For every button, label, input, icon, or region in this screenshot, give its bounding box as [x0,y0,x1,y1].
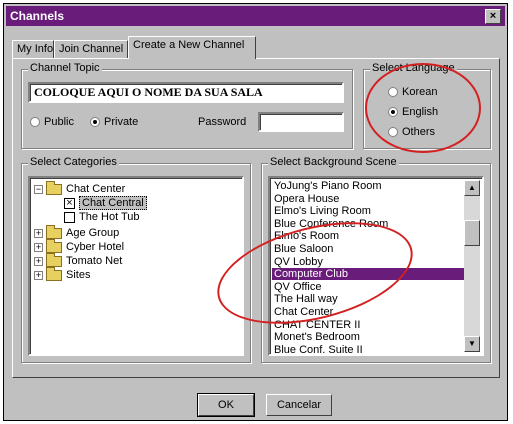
language-group: Select Language Korean English Others [363,62,491,149]
folder-icon [46,180,62,195]
folder-icon [46,266,62,281]
background-list-item[interactable]: Blue Saloon [272,243,470,255]
background-list-item[interactable]: Blue Conference Room [272,218,470,230]
scroll-up-icon[interactable]: ▲ [464,180,480,196]
background-list-item[interactable]: QV Lobby [272,256,470,268]
private-radio[interactable]: Private [90,116,138,128]
others-radio-dot [388,127,398,137]
tab-panel: Channel Topic COLOQUE AQUI O NOME DA SUA… [12,58,500,378]
window-title: Channels [10,9,65,23]
title-bar[interactable]: Channels × [6,6,505,26]
password-input[interactable] [258,112,344,132]
korean-label: Korean [402,86,438,98]
tree-item-label: Chat Central [79,196,147,210]
background-list-item[interactable]: Chat Center [272,306,470,318]
public-radio-label: Public [44,116,74,128]
folder-icon [46,224,62,239]
language-others-radio[interactable]: Others [388,126,435,138]
background-list-item[interactable]: Elmo's Living Room [272,205,470,217]
tree-item-sites[interactable]: + Sites [34,266,91,282]
background-list-item[interactable]: QV Office [272,281,470,293]
collapse-icon[interactable]: − [34,184,43,194]
others-label: Others [402,126,436,138]
background-title: Select Background Scene [268,156,399,168]
tree-item-chat-central[interactable]: × Chat Central [64,196,147,210]
tab-join-channel[interactable]: Join Channel [54,40,128,58]
background-list-item[interactable]: Blue Conf. Suite II [272,344,470,356]
expand-icon[interactable]: + [34,256,43,266]
checkbox-icon[interactable] [64,211,75,223]
public-radio[interactable]: Public [30,116,74,128]
scroll-down-icon[interactable]: ▼ [464,336,480,352]
channel-topic-group: Channel Topic COLOQUE AQUI O NOME DA SUA… [21,62,353,149]
tree-item-label: Tomato Net [66,255,123,267]
ok-button[interactable]: OK [197,393,255,417]
password-label: Password [198,116,247,128]
background-group: Select Background Scene YoJung's Piano R… [261,156,491,363]
folder-icon [46,252,62,267]
background-list-item[interactable]: The Hall way [272,293,470,305]
cancel-button[interactable]: Cancelar [266,394,332,416]
expand-icon[interactable]: + [34,270,43,280]
tree-item-chat-center[interactable]: − Chat Center [34,180,126,196]
tree-item-label: Cyber Hotel [66,241,125,253]
tree-item-label: Sites [66,269,91,281]
background-list-item[interactable]: Monet's Bedroom [272,331,470,343]
private-radio-dot [90,117,100,127]
expand-icon[interactable]: + [34,242,43,252]
folder-icon [46,238,62,253]
background-scrollbar[interactable]: ▲ ▼ [464,180,480,352]
scroll-thumb[interactable] [464,220,480,246]
categories-title: Select Categories [28,156,119,168]
tree-item-label: The Hot Tub [79,211,140,223]
channels-dialog: Channels × My Info Join Channel Create a… [3,3,508,421]
english-label: English [402,106,439,118]
tree-item-the-hot-tub[interactable]: The Hot Tub [64,210,140,224]
tree-item-label: Age Group [66,227,120,239]
tab-my-info[interactable]: My Info [12,40,54,58]
channel-topic-input[interactable]: COLOQUE AQUI O NOME DA SUA SALA [28,82,344,103]
language-english-radio[interactable]: English [388,106,438,118]
background-list-item[interactable]: CHAT CENTER II [272,319,470,331]
public-radio-dot [30,117,40,127]
background-list-item[interactable]: Opera House [272,193,470,205]
close-button[interactable]: × [485,9,501,24]
tree-item-label: Chat Center [66,183,126,195]
background-list: YoJung's Piano Room Opera House Elmo's Liv… [268,176,484,356]
categories-tree: − Chat Center × Chat Central The Hot Tub… [28,176,244,356]
checkbox-checked-icon[interactable]: × [64,197,75,209]
background-list-item[interactable]: Elmo's Room [272,230,470,242]
korean-radio-dot [388,87,398,97]
background-list-item[interactable]: YoJung's Piano Room [272,180,470,192]
categories-group: Select Categories − Chat Center × Chat C… [21,156,251,363]
background-list-item[interactable]: Computer Club [272,268,470,281]
private-radio-label: Private [104,116,139,128]
language-korean-radio[interactable]: Korean [388,86,437,98]
expand-icon[interactable]: + [34,228,43,238]
channel-topic-title: Channel Topic [28,62,102,74]
tab-create-new-channel[interactable]: Create a New Channel [128,36,256,59]
language-title: Select Language [370,62,457,74]
english-radio-dot [388,107,398,117]
